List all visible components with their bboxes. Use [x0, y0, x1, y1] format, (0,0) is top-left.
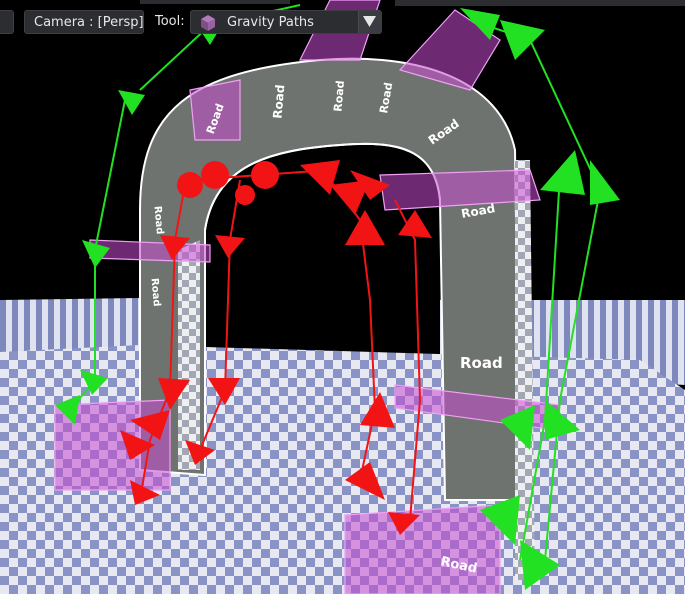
camera-mode-button[interactable]: Camera : [Persp]	[24, 10, 144, 34]
tool-label: Tool:	[155, 14, 185, 29]
tool-select[interactable]: Gravity Paths	[190, 10, 382, 34]
triangle-down-icon[interactable]	[358, 11, 381, 33]
road-label: Road	[460, 354, 503, 372]
tool-select-value: Gravity Paths	[227, 15, 314, 30]
3d-scene[interactable]: Road Road Road Road Road Road Road Road …	[0, 0, 685, 594]
road-label: Road	[270, 84, 287, 119]
cube-icon	[199, 14, 217, 32]
arch-side-left	[178, 240, 200, 470]
viewport-toolbar: Camera : [Persp] Tool: Gravity Paths	[0, 0, 685, 36]
toolbar-edge-button[interactable]	[0, 10, 14, 34]
scene-viewport[interactable]: Road Road Road Road Road Road Road Road …	[0, 0, 685, 594]
road-label: Road	[331, 80, 347, 112]
